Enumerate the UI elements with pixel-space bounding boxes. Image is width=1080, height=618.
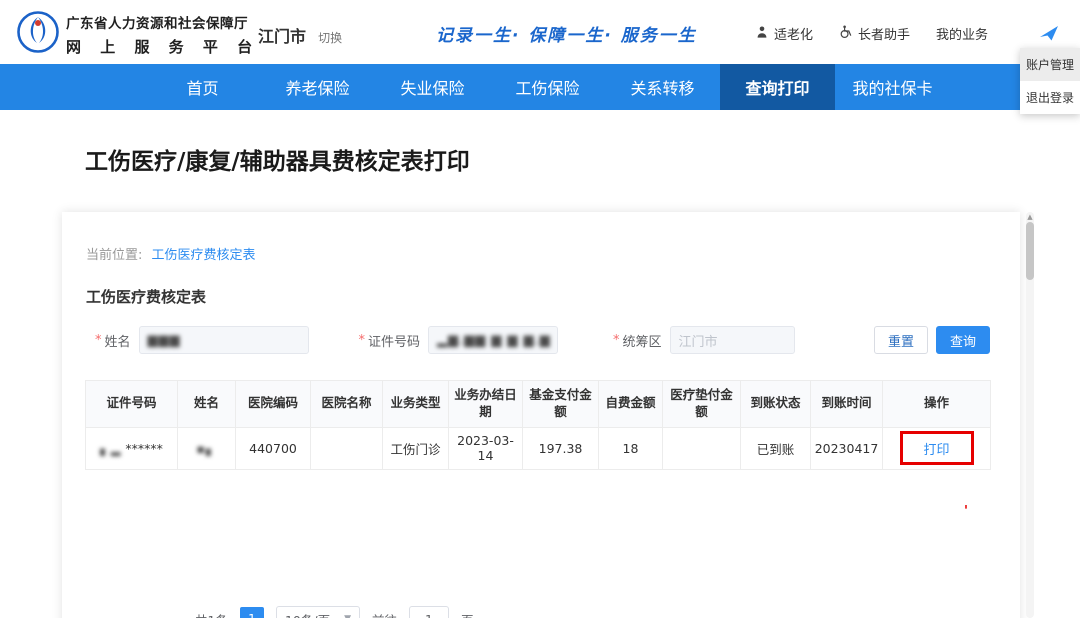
col-id-number: 证件号码 [86, 381, 178, 428]
account-menu: 账户管理 退出登录 [1020, 48, 1080, 114]
cell-business-type: 工伤门诊 [383, 427, 449, 469]
breadcrumb-link[interactable]: 工伤医疗费核定表 [152, 248, 256, 263]
float-widget-icon[interactable] [1038, 24, 1060, 42]
table-row: ▖▂ ****** ▪▖ 440700 工伤门诊 2023-03-14 197.… [86, 427, 991, 469]
region-label: 统筹区 [623, 331, 662, 350]
reset-button[interactable]: 重置 [874, 326, 928, 354]
pagination-total: 共1条 [195, 610, 228, 618]
name-input[interactable]: ▆▆▆ [139, 326, 309, 354]
red-artifact-mark: ' [964, 504, 968, 519]
scrollbar-up-arrow-icon[interactable]: ▲ [1026, 213, 1034, 221]
main-nav: 首页 养老保险 失业保险 工伤保险 关系转移 查询打印 我的社保卡 [0, 64, 1080, 110]
scrollbar-track[interactable]: ▲ [1026, 212, 1034, 618]
cell-id-number: ▖▂ ****** [86, 427, 178, 469]
city-name: 江门市 [258, 27, 306, 46]
org-name: 广东省人力资源和社会保障厅 网 上 服 务 平 台 [66, 12, 259, 57]
pagination-page-1[interactable]: 1 [240, 607, 264, 618]
nav-item-work-injury[interactable]: 工伤保险 [490, 64, 605, 110]
query-form: * 姓名 ▆▆▆ * 证件号码 ▂▆.▆▆ ▆ ▆ ▆.▆ * 统筹区 江门市 … [95, 326, 990, 354]
goto-page-input[interactable]: 1 [409, 606, 449, 618]
page-size-select[interactable]: 10条/页 ▼ [276, 606, 360, 618]
query-button[interactable]: 查询 [936, 326, 990, 354]
col-name: 姓名 [178, 381, 236, 428]
col-hospital-name: 医院名称 [311, 381, 383, 428]
nav-item-query-print[interactable]: 查询打印 [720, 64, 835, 110]
col-advance-amount: 医疗垫付金额 [663, 381, 741, 428]
region-input[interactable]: 江门市 [670, 326, 795, 354]
cell-arrival-time: 20230417 [811, 427, 883, 469]
menu-item-logout[interactable]: 退出登录 [1020, 81, 1080, 114]
col-finish-date: 业务办结日期 [449, 381, 523, 428]
col-business-type: 业务类型 [383, 381, 449, 428]
org-name-line2: 网 上 服 务 平 台 [66, 36, 259, 57]
section-title: 工伤医疗费核定表 [86, 286, 206, 307]
elder-helper-icon [839, 25, 853, 43]
cell-hospital-code: 440700 [236, 427, 311, 469]
breadcrumb: 当前位置: 工伤医疗费核定表 [86, 244, 256, 263]
cell-arrival-status: 已到账 [741, 427, 811, 469]
city-selector: 江门市 切换 [258, 23, 342, 47]
col-action: 操作 [883, 381, 991, 428]
page-title: 工伤医疗/康复/辅助器具费核定表打印 [85, 142, 1080, 176]
slogan: 记录一生· 保障一生· 服务一生 [436, 21, 697, 46]
org-name-line1: 广东省人力资源和社会保障厅 [66, 12, 259, 32]
top-header: 广东省人力资源和社会保障厅 网 上 服 务 平 台 江门市 切换 记录一生· 保… [0, 0, 1080, 64]
id-number-label: 证件号码 [368, 331, 420, 350]
pagination: 共1条 1 10条/页 ▼ 前往 1 页 [195, 606, 474, 618]
goto-label: 前往 [372, 610, 397, 618]
required-mark: * [613, 333, 620, 348]
col-arrival-status: 到账状态 [741, 381, 811, 428]
elder-mode-link[interactable]: 适老化 [755, 24, 813, 43]
required-mark: * [359, 333, 366, 348]
col-self-amount: 自费金额 [599, 381, 663, 428]
elder-mode-icon [755, 25, 769, 43]
content-card: 当前位置: 工伤医疗费核定表 工伤医疗费核定表 * 姓名 ▆▆▆ * 证件号码 … [62, 212, 1020, 618]
goto-suffix: 页 [461, 610, 474, 618]
nav-item-pension[interactable]: 养老保险 [260, 64, 375, 110]
col-fund-amount: 基金支付金额 [523, 381, 599, 428]
cell-finish-date: 2023-03-14 [449, 427, 523, 469]
elder-helper-link[interactable]: 长者助手 [839, 24, 910, 43]
id-number-input[interactable]: ▂▆.▆▆ ▆ ▆ ▆.▆ [428, 326, 558, 354]
results-table: 证件号码 姓名 医院编码 医院名称 业务类型 业务办结日期 基金支付金额 自费金… [85, 380, 991, 470]
breadcrumb-label: 当前位置: [86, 248, 142, 263]
cell-fund-amount: 197.38 [523, 427, 599, 469]
col-arrival-time: 到账时间 [811, 381, 883, 428]
menu-item-account-management[interactable]: 账户管理 [1020, 48, 1080, 81]
cell-self-amount: 18 [599, 427, 663, 469]
cell-advance-amount [663, 427, 741, 469]
nav-item-transfer[interactable]: 关系转移 [605, 64, 720, 110]
header-links: 适老化 长者助手 我的业务 [755, 24, 988, 43]
nav-item-unemployment[interactable]: 失业保险 [375, 64, 490, 110]
nav-item-home[interactable]: 首页 [145, 64, 260, 110]
table-header-row: 证件号码 姓名 医院编码 医院名称 业务类型 业务办结日期 基金支付金额 自费金… [86, 381, 991, 428]
print-highlight-box: 打印 [900, 431, 974, 465]
city-switch-link[interactable]: 切换 [318, 31, 342, 45]
my-business-link[interactable]: 我的业务 [936, 24, 988, 43]
cell-hospital-name [311, 427, 383, 469]
cell-name: ▪▖ [178, 427, 236, 469]
cell-action: 打印 [883, 427, 991, 469]
scrollbar-thumb[interactable] [1026, 222, 1034, 280]
org-logo-icon [16, 10, 60, 54]
nav-item-social-card[interactable]: 我的社保卡 [835, 64, 950, 110]
required-mark: * [95, 333, 102, 348]
name-label: 姓名 [105, 331, 131, 350]
col-hospital-code: 医院编码 [236, 381, 311, 428]
chevron-down-icon: ▼ [344, 614, 351, 618]
print-link[interactable]: 打印 [923, 439, 949, 458]
